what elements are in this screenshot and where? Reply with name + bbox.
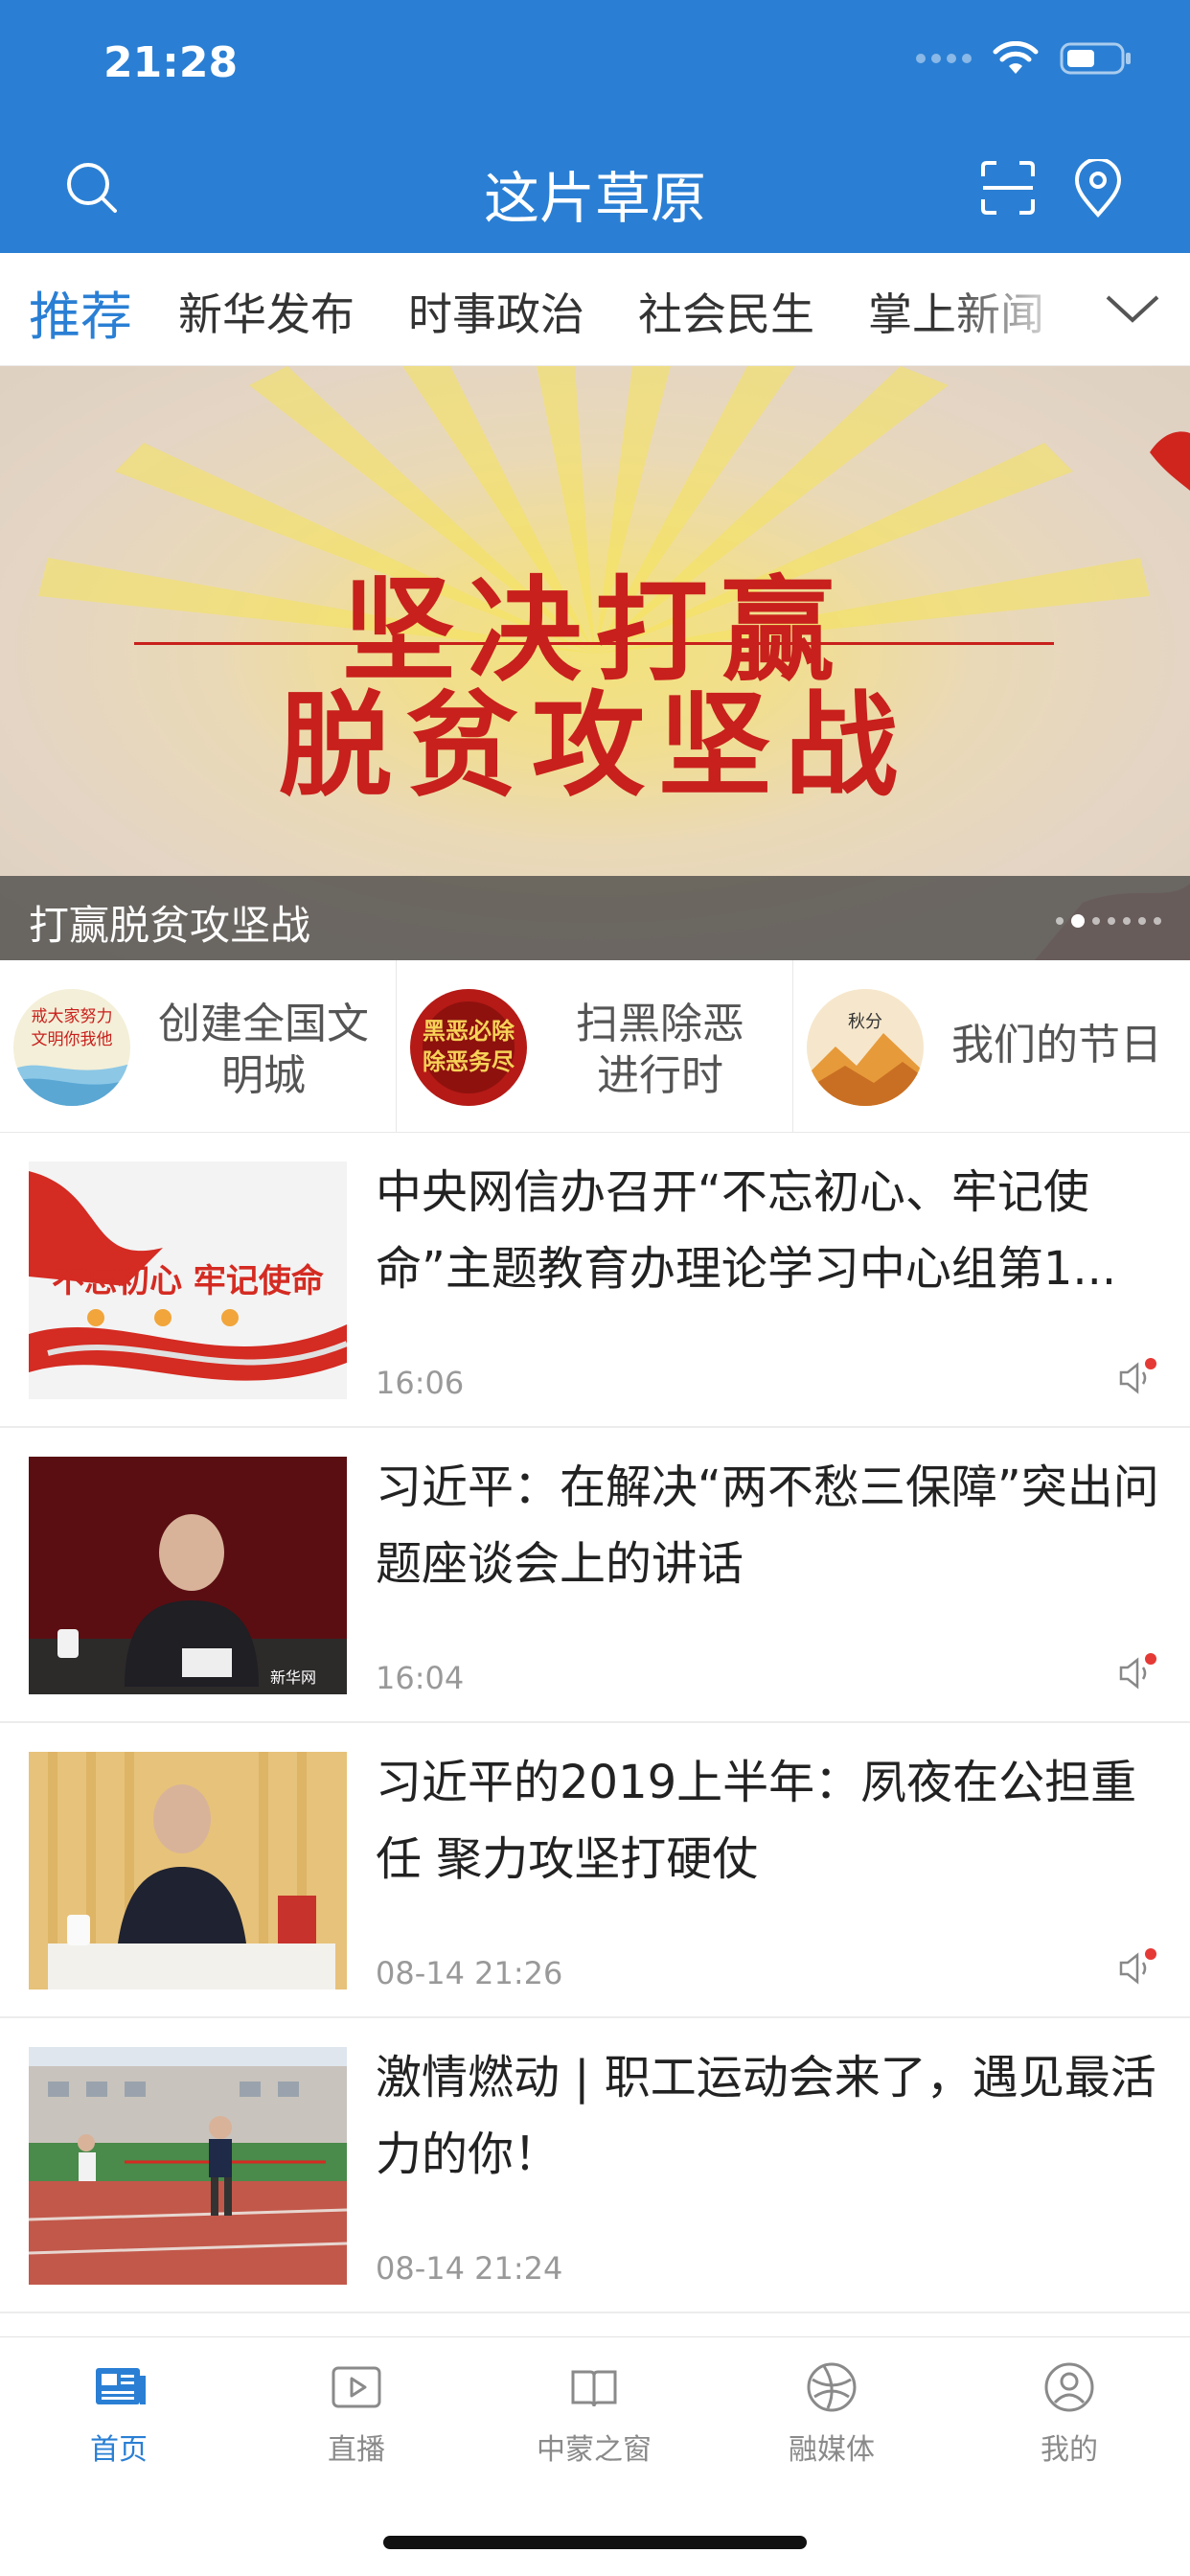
wifi-icon xyxy=(993,41,1039,74)
carousel-dot xyxy=(1108,917,1115,925)
nav-sino-mongolia-window[interactable]: 中蒙之窗 xyxy=(475,2358,713,2468)
news-title: 习近平的2019上半年：夙夜在公担重任 聚力攻坚打硬仗 xyxy=(376,1756,1137,1886)
news-item[interactable]: 新华网 习近平：在解决“两不愁三保障”突出问题座谈会上的讲话 16:04 xyxy=(0,1428,1190,1723)
topic-badge-text: 秋分 xyxy=(848,1012,882,1032)
book-icon xyxy=(571,2370,617,2407)
channel-tabs: 推荐 新华发布 时事政治 社会民生 掌上新闻 xyxy=(0,253,1190,366)
speaker-icon[interactable] xyxy=(1115,1947,1157,1990)
tab-xinhua-release[interactable]: 新华发布 xyxy=(178,280,355,343)
topic-strip: 戒大家努力 文明你我他 创建全国文 明城 黑恶必除 除恶务尽 扫黑除恶 进行时 … xyxy=(0,960,1190,1133)
tab-recommend[interactable]: 推荐 xyxy=(29,274,132,350)
nav-label: 我的 xyxy=(1041,2433,1098,2467)
user-icon xyxy=(1044,2362,1094,2412)
tabs-fade xyxy=(941,253,1075,365)
news-item[interactable]: 激情燃动 | 职工运动会来了，遇见最活力的你！ 08-14 21:24 xyxy=(0,2018,1190,2313)
app-screen: 21:28 这片草原 推荐 新华发布 时事政治 社会民生 坚决打赢 脱贫攻坚战 … xyxy=(0,0,1190,2576)
carousel-dot xyxy=(1056,917,1064,925)
carousel-dot xyxy=(1092,917,1100,925)
banner-divider xyxy=(134,642,1054,645)
topic-civilized-city[interactable]: 戒大家努力 文明你我他 创建全国文 明城 xyxy=(0,960,397,1133)
news-item[interactable]: 习近平的2019上半年：夙夜在公担重任 聚力攻坚打硬仗 08-14 21:26 xyxy=(0,1723,1190,2018)
hero-banner[interactable]: 坚决打赢 脱贫攻坚战 打赢脱贫攻坚战 xyxy=(0,366,1190,960)
topic-our-festivals-image: 秋分 xyxy=(807,989,924,1106)
nav-label: 首页 xyxy=(90,2433,148,2467)
news-time: 16:06 xyxy=(376,1365,465,1401)
topic-badge-text-2: 除恶务尽 xyxy=(423,1047,515,1075)
topic-civilized-city-image: 戒大家努力 文明你我他 xyxy=(13,989,130,1106)
tab-current-politics[interactable]: 时事政治 xyxy=(408,280,584,343)
carousel-dot xyxy=(1123,917,1131,925)
topic-anti-crime[interactable]: 黑恶必除 除恶务尽 扫黑除恶 进行时 xyxy=(397,960,793,1133)
scan-icon[interactable] xyxy=(979,159,1037,217)
top-header: 21:28 这片草原 xyxy=(0,0,1190,253)
news-thumbnail: 新华网 xyxy=(29,1457,347,1694)
news-title: 激情燃动 | 职工运动会来了，遇见最活力的你！ xyxy=(376,2051,1156,2181)
globe-icon xyxy=(807,2362,857,2412)
nav-media[interactable]: 融媒体 xyxy=(713,2358,950,2468)
carousel-dot xyxy=(1154,917,1161,925)
tab-society[interactable]: 社会民生 xyxy=(638,280,814,343)
carousel-dot xyxy=(1138,917,1146,925)
news-time: 08-14 21:24 xyxy=(376,2250,563,2287)
location-icon[interactable] xyxy=(1071,159,1125,218)
news-title: 习近平：在解决“两不愁三保障”突出问题座谈会上的讲话 xyxy=(376,1460,1159,1591)
banner-headline-line2: 脱贫攻坚战 xyxy=(278,678,911,812)
topic-label: 创建全国文 明城 xyxy=(144,999,383,1102)
topic-badge-text-1: 戒大家努力 xyxy=(32,1007,113,1026)
topic-our-festivals[interactable]: 秋分 我们的节日 xyxy=(793,960,1190,1133)
topic-label: 我们的节日 xyxy=(951,1021,1162,1070)
topic-label-line2: 明城 xyxy=(221,1051,306,1100)
topic-label-line1: 扫黑除恶 xyxy=(576,1000,744,1048)
speaker-icon[interactable] xyxy=(1115,1357,1157,1399)
cellular-signal-icon xyxy=(916,54,972,63)
status-time: 21:28 xyxy=(103,38,239,87)
news-item[interactable]: 不忘初心 牢记使命 中央网信办召开“不忘初心、牢记使命”主题教育办理论学习中心组… xyxy=(0,1133,1190,1428)
thumb-watermark: 新华网 xyxy=(270,1668,316,1687)
banner-caption: 打赢脱贫攻坚战 xyxy=(29,902,311,949)
banner-caption-bar: 打赢脱贫攻坚战 xyxy=(0,876,1190,960)
nav-label: 中蒙之窗 xyxy=(537,2433,652,2467)
topic-anti-crime-image: 黑恶必除 除恶务尽 xyxy=(410,989,527,1106)
topic-badge-text-1: 黑恶必除 xyxy=(423,1017,515,1045)
nav-me[interactable]: 我的 xyxy=(950,2358,1188,2468)
topic-label-line2: 进行时 xyxy=(597,1051,723,1100)
chevron-down-icon xyxy=(1106,295,1159,323)
status-icons xyxy=(916,40,1133,77)
nav-live[interactable]: 直播 xyxy=(238,2358,475,2468)
nav-label: 融媒体 xyxy=(789,2433,875,2467)
thumb-text: 不忘初心 牢记使命 xyxy=(52,1262,324,1300)
more-channels-button[interactable] xyxy=(1075,253,1190,365)
battery-icon xyxy=(1060,42,1131,75)
topic-label: 扫黑除恶 进行时 xyxy=(540,999,780,1102)
news-thumbnail: 不忘初心 牢记使命 xyxy=(29,1162,347,1399)
news-icon xyxy=(96,2368,146,2404)
play-icon xyxy=(332,2366,381,2408)
news-time: 16:04 xyxy=(376,1660,465,1696)
nav-home[interactable]: 首页 xyxy=(0,2358,238,2468)
carousel-dot-active xyxy=(1071,914,1085,928)
nav-label: 直播 xyxy=(328,2433,385,2467)
news-title: 中央网信办召开“不忘初心、牢记使命”主题教育办理论学习中心组第1... xyxy=(376,1165,1117,1296)
news-thumbnail xyxy=(29,2047,347,2285)
topic-label-line1: 创建全国文 xyxy=(158,1000,369,1048)
speaker-icon[interactable] xyxy=(1115,1652,1157,1694)
home-indicator[interactable] xyxy=(383,2536,807,2549)
news-time: 08-14 21:26 xyxy=(376,1955,563,1991)
carousel-indicator xyxy=(1056,914,1161,928)
news-thumbnail xyxy=(29,1752,347,1990)
topic-badge-text-2: 文明你我他 xyxy=(32,1030,113,1049)
